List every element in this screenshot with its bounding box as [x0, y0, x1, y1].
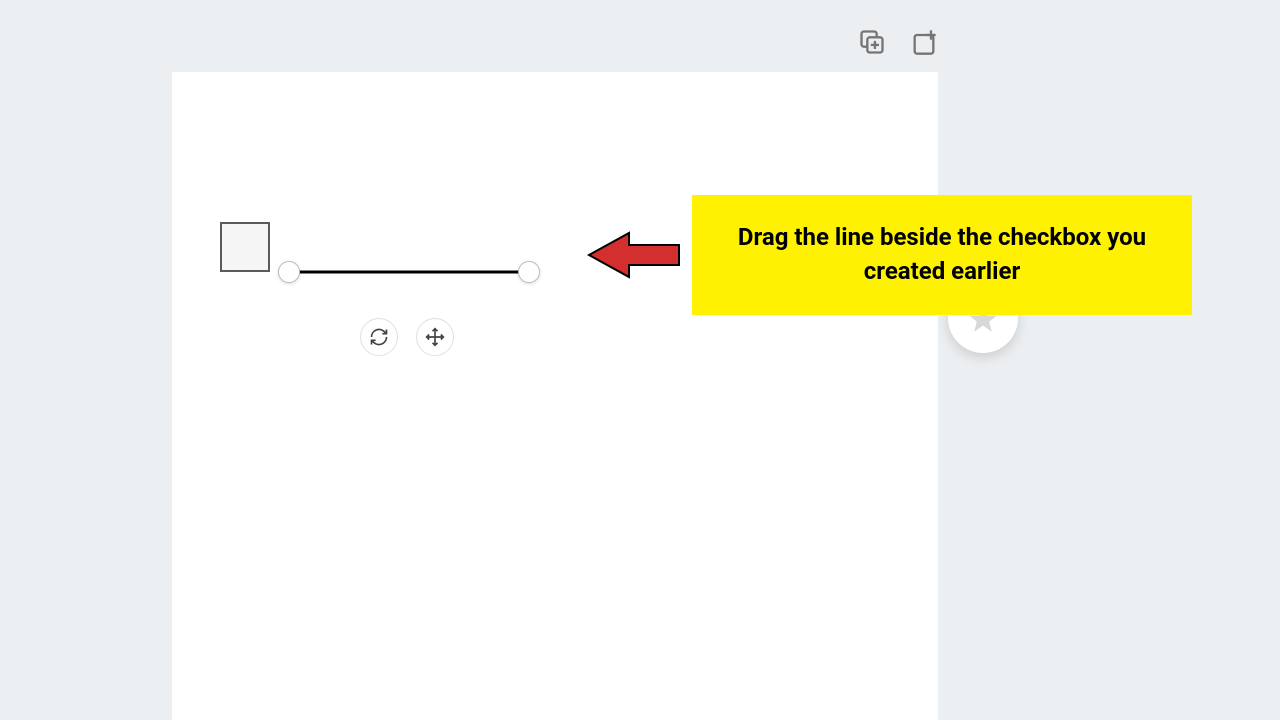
element-controls	[360, 318, 454, 356]
canvas-top-toolbar	[858, 28, 938, 56]
instruction-arrow-icon	[584, 225, 684, 289]
line-body[interactable]	[290, 271, 528, 274]
checkbox-shape[interactable]	[220, 222, 270, 272]
instruction-text: Drag the line beside the checkbox you cr…	[716, 221, 1168, 288]
add-page-icon[interactable]	[910, 28, 938, 56]
line-handle-right[interactable]	[518, 261, 540, 283]
line-element-selected[interactable]	[278, 258, 540, 286]
duplicate-page-icon[interactable]	[858, 28, 886, 56]
instruction-callout: Drag the line beside the checkbox you cr…	[692, 195, 1192, 315]
design-canvas[interactable]	[172, 72, 938, 720]
rotate-button[interactable]	[360, 318, 398, 356]
line-handle-left[interactable]	[278, 261, 300, 283]
move-button[interactable]	[416, 318, 454, 356]
